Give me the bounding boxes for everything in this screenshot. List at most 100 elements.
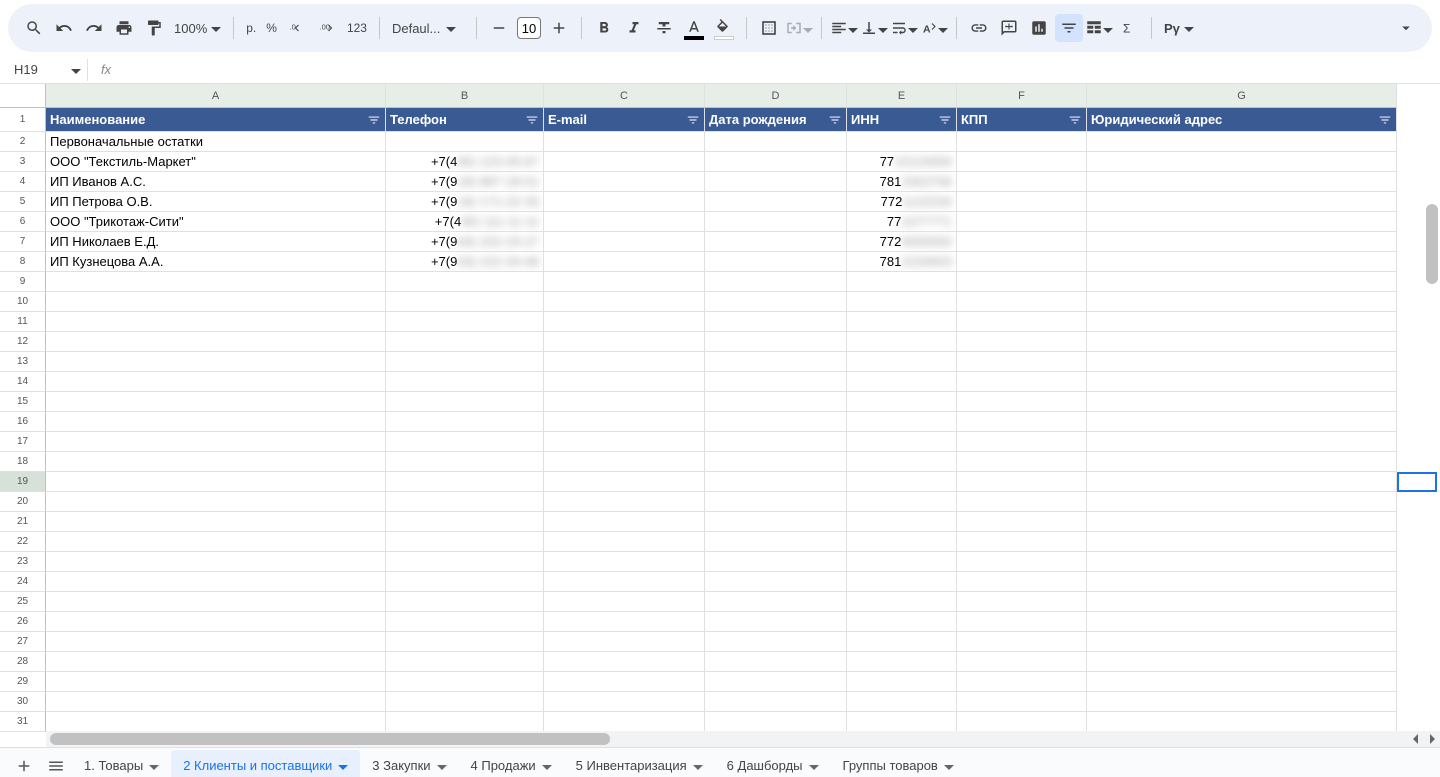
cell[interactable]: [1087, 472, 1397, 492]
row-header[interactable]: 19: [0, 472, 46, 492]
filter-icon[interactable]: [525, 113, 539, 127]
link-icon[interactable]: [965, 14, 993, 42]
cell[interactable]: [847, 652, 957, 672]
cell[interactable]: [544, 672, 705, 692]
row-header[interactable]: 13: [0, 352, 46, 372]
italic-icon[interactable]: [620, 14, 648, 42]
cell[interactable]: [1087, 672, 1397, 692]
cell[interactable]: [705, 392, 847, 412]
cell[interactable]: [46, 432, 386, 452]
cell[interactable]: [386, 592, 544, 612]
redo-icon[interactable]: [80, 14, 108, 42]
cell[interactable]: Первоначальные остатки: [46, 132, 386, 152]
table-header-cell[interactable]: Наименование: [46, 108, 386, 132]
cell[interactable]: [957, 172, 1087, 192]
cell[interactable]: ИП Николаев Е.Д.: [46, 232, 386, 252]
cell[interactable]: [544, 532, 705, 552]
cell[interactable]: [544, 212, 705, 232]
font-select[interactable]: Defaul...: [388, 21, 468, 36]
cell[interactable]: [386, 372, 544, 392]
cell[interactable]: [705, 672, 847, 692]
row-header[interactable]: 31: [0, 712, 46, 732]
cell[interactable]: [386, 712, 544, 732]
cell[interactable]: [957, 152, 1087, 172]
cell[interactable]: [705, 252, 847, 272]
cell[interactable]: [705, 472, 847, 492]
cell[interactable]: [705, 552, 847, 572]
cell[interactable]: [957, 432, 1087, 452]
cell[interactable]: [1087, 132, 1397, 152]
row-header[interactable]: 28: [0, 652, 46, 672]
cell[interactable]: [847, 712, 957, 732]
undo-icon[interactable]: [50, 14, 78, 42]
chevron-down-icon[interactable]: [149, 761, 159, 771]
merge-cells-icon[interactable]: [785, 14, 813, 42]
row-header[interactable]: 18: [0, 452, 46, 472]
cell[interactable]: [957, 712, 1087, 732]
cell[interactable]: [957, 272, 1087, 292]
cell[interactable]: [46, 452, 386, 472]
cell[interactable]: [386, 392, 544, 412]
cell[interactable]: [847, 472, 957, 492]
cell[interactable]: [544, 192, 705, 212]
row-header[interactable]: 25: [0, 592, 46, 612]
scroll-right-icon[interactable]: [1424, 731, 1440, 747]
chevron-down-icon[interactable]: [437, 761, 447, 771]
row-header[interactable]: 30: [0, 692, 46, 712]
cell[interactable]: [544, 272, 705, 292]
cell[interactable]: [544, 252, 705, 272]
row-header[interactable]: 10: [0, 292, 46, 312]
cell[interactable]: [46, 712, 386, 732]
cell[interactable]: +7(963) 222-23-27: [386, 232, 544, 252]
cell[interactable]: [386, 632, 544, 652]
cell[interactable]: [705, 432, 847, 452]
cell[interactable]: [1087, 272, 1397, 292]
cell[interactable]: [544, 552, 705, 572]
cell[interactable]: [1087, 432, 1397, 452]
horizontal-scrollbar[interactable]: [46, 731, 1424, 747]
cell[interactable]: [46, 532, 386, 552]
cell[interactable]: ИП Петрова О.В.: [46, 192, 386, 212]
cell[interactable]: [46, 612, 386, 632]
cell[interactable]: [705, 632, 847, 652]
cell[interactable]: [544, 132, 705, 152]
row-header[interactable]: 4: [0, 172, 46, 192]
cell[interactable]: [386, 312, 544, 332]
borders-icon[interactable]: [755, 14, 783, 42]
cell[interactable]: [386, 452, 544, 472]
cell[interactable]: [705, 212, 847, 232]
cell[interactable]: [46, 692, 386, 712]
search-icon[interactable]: [20, 14, 48, 42]
cell[interactable]: [544, 652, 705, 672]
filter-icon[interactable]: [686, 113, 700, 127]
filter-icon[interactable]: [1055, 14, 1083, 42]
cell[interactable]: [705, 532, 847, 552]
table-header-cell[interactable]: Телефон: [386, 108, 544, 132]
filter-icon[interactable]: [828, 113, 842, 127]
chevron-down-icon[interactable]: [542, 761, 552, 771]
cell[interactable]: [1087, 572, 1397, 592]
cell[interactable]: [1087, 192, 1397, 212]
cell[interactable]: [957, 692, 1087, 712]
zoom-select[interactable]: 100%: [170, 21, 225, 36]
cell[interactable]: [1087, 292, 1397, 312]
column-header[interactable]: G: [1087, 84, 1397, 108]
cell[interactable]: [1087, 172, 1397, 192]
table-header-cell[interactable]: E-mail: [544, 108, 705, 132]
cell[interactable]: 7710123456: [847, 152, 957, 172]
column-header[interactable]: B: [386, 84, 544, 108]
cell[interactable]: [847, 332, 957, 352]
column-header[interactable]: D: [705, 84, 847, 108]
cell[interactable]: [847, 552, 957, 572]
row-header[interactable]: 15: [0, 392, 46, 412]
cell[interactable]: [705, 312, 847, 332]
halign-icon[interactable]: [830, 14, 858, 42]
cell[interactable]: [957, 532, 1087, 552]
cell[interactable]: [46, 472, 386, 492]
cell[interactable]: [847, 612, 957, 632]
cell[interactable]: [705, 712, 847, 732]
sheet-tab[interactable]: 4 Продажи: [459, 750, 564, 777]
python-button[interactable]: Pγ: [1160, 21, 1198, 36]
cell[interactable]: [544, 372, 705, 392]
cell[interactable]: [46, 592, 386, 612]
